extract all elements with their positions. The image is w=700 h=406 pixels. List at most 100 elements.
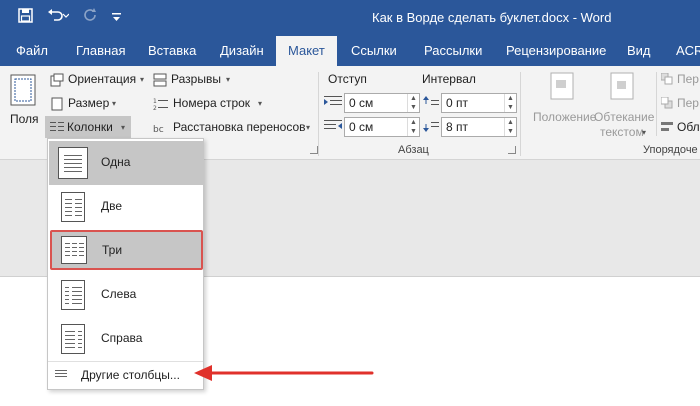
hyphenation-label: Расстановка переносов	[173, 120, 306, 134]
spinner-arrows-icon[interactable]: ▲ ▼	[504, 118, 516, 136]
bring-forward-label: Пер	[677, 72, 699, 86]
columns-option-label: Слева	[101, 287, 137, 301]
tab-references[interactable]: Ссылки	[351, 36, 397, 66]
columns-option-right[interactable]: Справа	[49, 317, 203, 361]
paragraph-launcher-icon[interactable]	[508, 146, 516, 154]
columns-option-three[interactable]: Три	[50, 230, 203, 270]
quick-access-toolbar	[18, 8, 121, 28]
chevron-down-icon: ▾	[642, 128, 647, 137]
indent-left-icon	[324, 96, 342, 105]
tab-insert[interactable]: Вставка	[148, 36, 196, 66]
spacing-after-value: 8 пт	[446, 120, 469, 134]
breaks-icon	[153, 73, 167, 87]
indent-title: Отступ	[328, 72, 367, 86]
chevron-down-icon: ▾	[112, 99, 117, 108]
svg-text:bc: bc	[153, 125, 164, 135]
tab-layout[interactable]: Макет	[276, 36, 337, 66]
indent-right-input[interactable]: 0 см ▲ ▼	[344, 117, 420, 137]
ribbon-tabs: Файл Главная Вставка Дизайн Макет Ссылки…	[0, 36, 700, 66]
indent-left-value: 0 см	[349, 96, 374, 110]
title-bar: Как в Ворде сделать буклет.docx - Word	[0, 0, 700, 36]
columns-icon	[50, 122, 64, 131]
two-columns-icon	[61, 192, 85, 222]
left-column-icon	[61, 280, 85, 310]
columns-option-label: Одна	[101, 155, 131, 169]
save-icon[interactable]	[18, 8, 33, 28]
more-columns-label: Другие столбцы...	[81, 368, 180, 382]
size-label: Размер	[68, 96, 110, 110]
menu-divider	[48, 361, 203, 362]
margins-label: Поля	[10, 112, 39, 126]
one-column-icon	[58, 147, 88, 179]
columns-option-label: Справа	[101, 331, 143, 345]
indent-right-icon	[324, 120, 342, 129]
svg-text:2: 2	[153, 105, 157, 111]
indent-left-input[interactable]: 0 см ▲ ▼	[344, 93, 420, 113]
columns-option-left[interactable]: Слева	[49, 273, 203, 317]
tab-design[interactable]: Дизайн	[220, 36, 264, 66]
orientation-icon	[50, 73, 64, 87]
more-columns-item[interactable]: Другие столбцы...	[49, 363, 203, 387]
position-icon	[550, 72, 574, 100]
more-columns-icon	[55, 370, 67, 379]
send-backward-icon	[661, 97, 673, 109]
align-label: Обл	[677, 120, 700, 134]
columns-option-label: Две	[101, 199, 123, 213]
spacing-before-value: 0 пт	[446, 96, 469, 110]
line-numbers-icon: 12	[153, 98, 168, 111]
redo-icon[interactable]	[83, 8, 98, 28]
chevron-down-icon: ▾	[121, 123, 126, 132]
chevron-down-icon: ▾	[226, 75, 231, 84]
three-columns-icon	[61, 236, 87, 264]
paragraph-group-label: Абзац	[398, 144, 429, 156]
tab-view[interactable]: Вид	[627, 36, 651, 66]
svg-text:1: 1	[153, 98, 157, 105]
page-setup-launcher-icon[interactable]	[310, 146, 318, 154]
tab-file[interactable]: Файл	[16, 36, 48, 66]
columns-button[interactable]: Колонки ▾	[45, 116, 131, 138]
undo-icon[interactable]	[47, 8, 70, 28]
indent-right-value: 0 см	[349, 120, 374, 134]
chevron-down-icon: ▾	[306, 123, 311, 132]
tab-home[interactable]: Главная	[76, 36, 125, 66]
columns-option-two[interactable]: Две	[49, 185, 203, 229]
columns-label: Колонки	[67, 120, 113, 134]
spinner-arrows-icon[interactable]: ▲ ▼	[504, 94, 516, 112]
margins-button[interactable]: Поля	[8, 74, 40, 134]
tab-acrobat[interactable]: ACR	[676, 36, 700, 66]
tab-mailings[interactable]: Рассылки	[424, 36, 482, 66]
right-column-icon	[61, 324, 85, 354]
wrap-text-label-1: Обтекание	[594, 110, 655, 124]
columns-option-label: Три	[102, 243, 123, 257]
orientation-label: Ориентация	[68, 72, 137, 86]
spinner-arrows-icon[interactable]: ▲ ▼	[407, 118, 419, 136]
line-numbers-label: Номера строк	[173, 96, 251, 110]
columns-dropdown: Одна Две Три Слева Справа Другие столбцы…	[47, 138, 204, 390]
columns-option-one[interactable]: Одна	[49, 141, 203, 185]
spacing-after-input[interactable]: 8 пт ▲ ▼	[441, 117, 517, 137]
spacing-before-icon	[423, 96, 439, 105]
document-title: Как в Ворде сделать буклет.docx - Word	[372, 10, 612, 25]
spacing-before-input[interactable]: 0 пт ▲ ▼	[441, 93, 517, 113]
wrap-text-button[interactable]: Обтекание текстом ▾	[594, 72, 654, 146]
chevron-down-icon: ▾	[258, 99, 263, 108]
tab-review[interactable]: Рецензирование	[506, 36, 606, 66]
group-separator	[520, 72, 521, 156]
send-backward-label: Пер	[677, 96, 699, 110]
wrap-text-icon	[610, 72, 634, 100]
bring-forward-icon	[661, 73, 673, 85]
breaks-label: Разрывы	[171, 72, 221, 86]
size-icon	[51, 97, 63, 111]
spacing-after-icon	[423, 122, 439, 132]
arrange-group-label: Упорядоче	[643, 144, 698, 156]
spinner-arrows-icon[interactable]: ▲ ▼	[407, 94, 419, 112]
customize-qat-icon[interactable]	[112, 9, 121, 27]
position-button[interactable]: Положение	[533, 72, 596, 142]
group-separator	[656, 72, 657, 136]
spacing-title: Интервал	[422, 72, 476, 86]
group-separator	[318, 72, 319, 156]
chevron-down-icon: ▾	[140, 75, 145, 84]
margins-icon	[10, 74, 36, 106]
annotation-arrow-icon	[194, 365, 374, 381]
align-icon	[661, 122, 673, 131]
